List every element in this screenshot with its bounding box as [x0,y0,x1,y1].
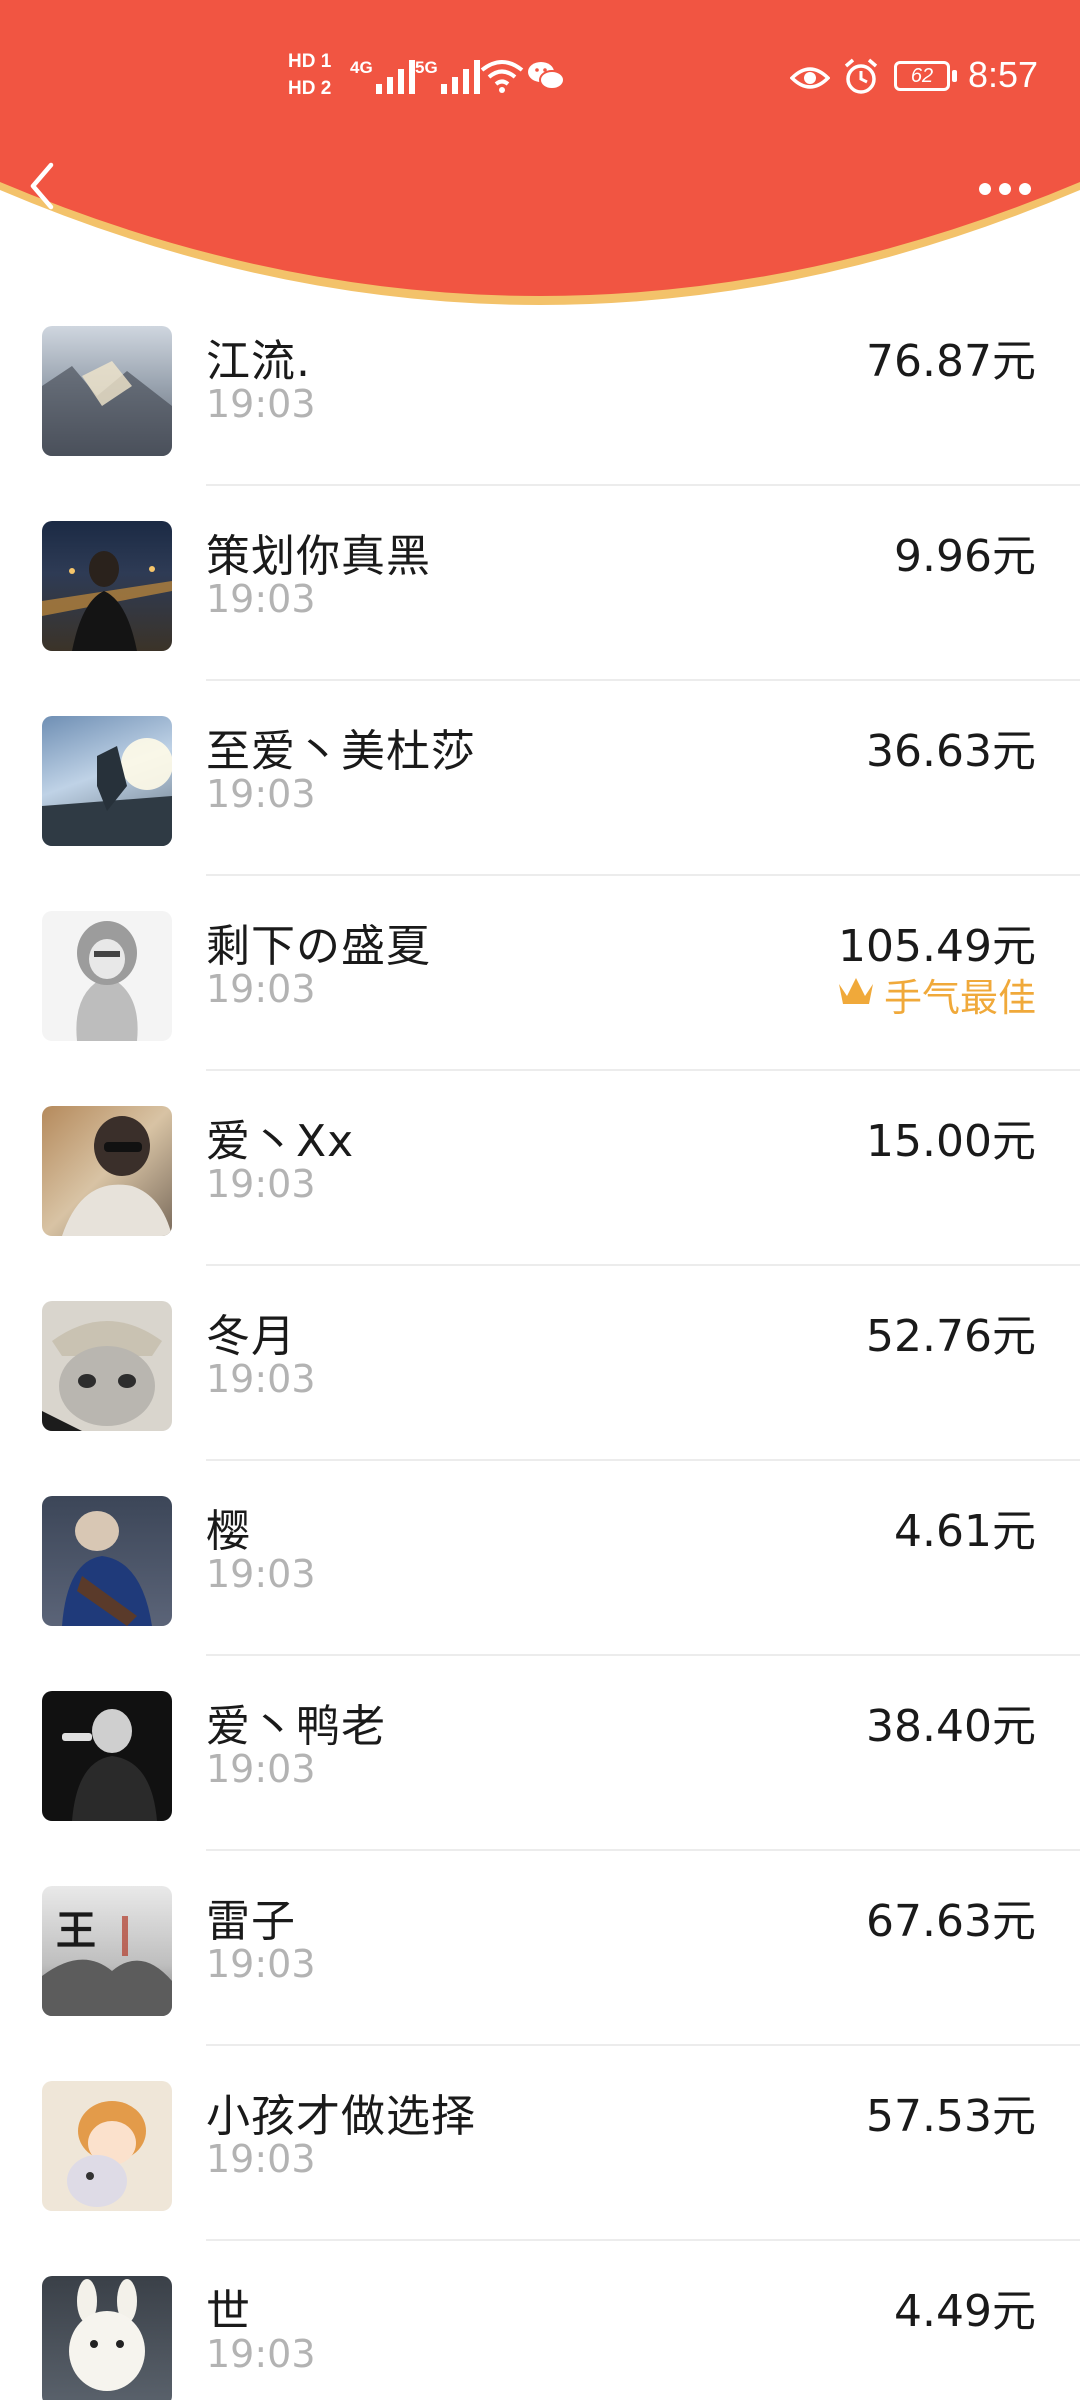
alarm-icon [842,58,880,100]
avatar [42,1106,172,1236]
record-time: 19:03 [206,772,316,816]
avatar [42,1301,172,1431]
record-name: 剩下の盛夏 [206,921,431,972]
red-packet-record-page: 江流. 19:03 76.87元 策划你真黑 19:03 9.96元 至爱丶美杜… [0,0,1080,2400]
wifi-icon [480,58,524,98]
avatar [42,521,172,651]
best-luck-badge: 手气最佳 [836,967,1036,1022]
list-item[interactable]: 小孩才做选择 19:03 57.53元 [0,2045,1080,2241]
record-name: 冬月 [206,1311,296,1362]
hd2-label: HD 2 [288,78,332,99]
clock: 8:57 [968,54,1039,95]
signal-bars-icon [375,58,418,98]
list-item[interactable]: 世 19:03 4.49元 [0,2240,1080,2400]
signal-bars-icon [440,58,483,98]
list-item[interactable]: 策划你真黑 19:03 9.96元 [0,485,1080,681]
list-item[interactable]: 爱丶鸭老 19:03 38.40元 [0,1655,1080,1851]
more-button[interactable] [972,168,1038,212]
record-amount: 9.96元 [894,531,1036,582]
record-time: 19:03 [206,382,316,426]
record-amount: 105.49元 [838,921,1036,972]
list-item[interactable]: 至爱丶美杜莎 19:03 36.63元 [0,680,1080,876]
more-dots-icon [978,181,1032,200]
record-time: 19:03 [206,2332,316,2376]
wechat-icon [527,60,565,96]
avatar [42,2081,172,2211]
record-time: 19:03 [206,1942,316,1986]
battery-tip [952,70,957,82]
best-luck-label: 手气最佳 [883,976,1036,1020]
status-bar: HD 1 HD 2 4G 5G 62 8:57 [0,0,1080,150]
list-item[interactable]: 冬月 19:03 52.76元 [0,1265,1080,1461]
record-time: 19:03 [206,1357,316,1401]
record-time: 19:03 [206,1747,316,1791]
record-amount: 76.87元 [866,336,1036,387]
record-amount: 67.63元 [866,1896,1036,1947]
record-amount: 4.49元 [894,2286,1036,2337]
record-name: 世 [206,2286,251,2337]
record-name: 策划你真黑 [206,531,431,582]
signal-4g: 4G [350,58,418,98]
list-item[interactable]: 爱丶Xx 19:03 15.00元 [0,1070,1080,1266]
avatar [42,326,172,456]
record-amount: 38.40元 [866,1701,1036,1752]
battery-indicator: 62 [894,61,950,91]
record-name: 江流. [206,336,311,387]
record-amount: 57.53元 [866,2091,1036,2142]
crown-icon [836,973,876,1017]
record-time: 19:03 [206,577,316,621]
record-amount: 52.76元 [866,1311,1036,1362]
record-name: 爱丶鸭老 [206,1701,386,1752]
eye-icon [789,64,831,96]
record-name: 小孩才做选择 [206,2091,476,2142]
record-amount: 4.61元 [894,1506,1036,1557]
avatar [42,2276,172,2400]
record-time: 19:03 [206,1552,316,1596]
record-time: 19:03 [206,967,316,1011]
svg-text:王: 王 [56,1907,96,1954]
chevron-left-icon [27,161,57,215]
signal-5g: 5G [415,58,483,98]
back-button[interactable] [14,156,70,220]
list-item[interactable]: 樱 19:03 4.61元 [0,1460,1080,1656]
record-amount: 36.63元 [866,726,1036,777]
hd1-label: HD 1 [288,51,332,72]
avatar [42,716,172,846]
avatar [42,1691,172,1821]
red-packet-header: HD 1 HD 2 4G 5G 62 8:57 [0,0,1080,330]
avatar [42,911,172,1041]
list-item[interactable]: 王 雷子 19:03 67.63元 [0,1850,1080,2046]
record-name: 至爱丶美杜莎 [206,726,476,777]
record-amount: 15.00元 [866,1116,1036,1167]
record-name: 爱丶Xx [206,1116,355,1167]
record-time: 19:03 [206,2137,316,2181]
avatar: 王 [42,1886,172,2016]
sim-indicator: HD 1 HD 2 [288,48,331,102]
record-name: 樱 [206,1506,251,1557]
list-item[interactable]: 剩下の盛夏 19:03 105.49元 手气最佳 [0,875,1080,1071]
record-name: 雷子 [206,1896,296,1947]
avatar [42,1496,172,1626]
record-time: 19:03 [206,1162,316,1206]
